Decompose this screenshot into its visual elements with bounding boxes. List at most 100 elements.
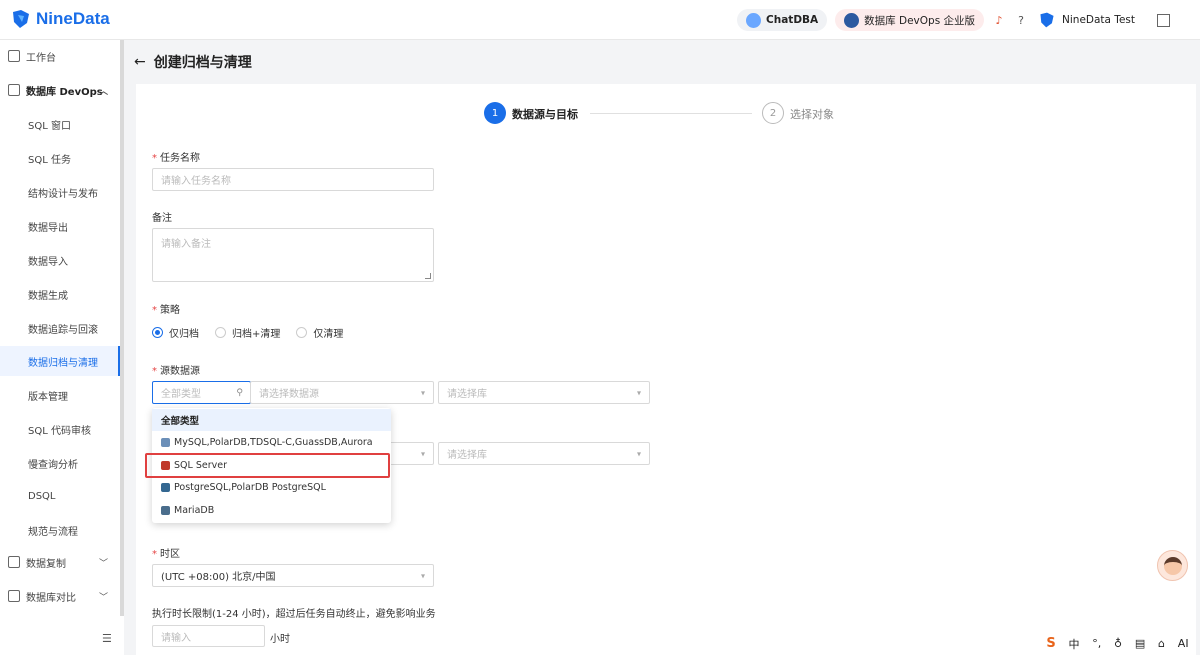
- user-name: NineData Test: [1062, 14, 1135, 26]
- step-connector: [590, 113, 752, 114]
- dropdown-option-mysql[interactable]: MySQL,PolarDB,TDSQL-C,GuassDB,Aurora: [152, 431, 391, 453]
- skin-icon[interactable]: ⌂: [1158, 637, 1165, 650]
- ninedata-logo[interactable]: NineData: [10, 8, 110, 30]
- notification-icon[interactable]: ♪: [992, 13, 1006, 27]
- sidebar-item-label: SQL 代码审核: [28, 425, 91, 437]
- sidebar-item-version[interactable]: 版本管理: [0, 380, 120, 410]
- sidebar-item-spec-flow[interactable]: 规范与流程: [0, 515, 120, 545]
- app-name: NineData: [36, 9, 110, 28]
- sidebar-item-label: 数据归档与清理: [28, 357, 98, 369]
- sidebar-item-data-trace[interactable]: 数据追踪与回滚: [0, 313, 120, 343]
- dropdown-option-postgresql[interactable]: PostgreSQL,PolarDB PostgreSQL: [152, 476, 391, 498]
- step-2-label: 选择对象: [790, 108, 834, 121]
- type-filter-placeholder: 全部类型: [161, 389, 201, 400]
- option-label: MariaDB: [174, 504, 215, 516]
- sidebar-item-label: SQL 窗口: [28, 120, 71, 132]
- sidebar-item-devops[interactable]: 数据库 DevOps ︿: [0, 75, 120, 105]
- ime-punctuation[interactable]: °,: [1092, 637, 1101, 650]
- chevron-up-icon: ︿: [98, 86, 108, 97]
- sidebar-item-label: 版本管理: [28, 391, 68, 403]
- chevron-down-icon: ﹀: [98, 558, 108, 569]
- task-name-label: * 任务名称: [152, 153, 200, 164]
- remark-textarea[interactable]: 请输入备注: [152, 228, 434, 282]
- remark-label: 备注: [152, 213, 172, 224]
- sidebar-item-workbench[interactable]: 工作台: [0, 41, 120, 71]
- sidebar-item-sql-task[interactable]: SQL 任务: [0, 143, 120, 173]
- back-arrow-icon[interactable]: ←: [134, 54, 146, 70]
- sidebar-item-label: 数据库 DevOps: [26, 86, 103, 98]
- sidebar-item-sql-review[interactable]: SQL 代码审核: [0, 414, 120, 444]
- source-db-placeholder: 请选择库: [447, 389, 487, 400]
- ninedata-logo-icon: [13, 10, 29, 28]
- target-db-select[interactable]: 请选择库 ▾: [438, 442, 650, 465]
- sidebar-item-replication[interactable]: 数据复制 ﹀: [0, 547, 120, 577]
- user-logo-icon: [1040, 12, 1054, 28]
- mysql-icon: [161, 437, 170, 447]
- type-filter-input[interactable]: 全部类型 ⚲: [152, 381, 251, 404]
- assistant-face-icon: [1163, 556, 1182, 575]
- limit-label: 执行时长限制(1-24 小时)，超过后任务自动终止，避免影响业务: [152, 609, 436, 620]
- source-db-select[interactable]: 请选择库 ▾: [438, 381, 650, 404]
- ime-chinese-mode[interactable]: 中: [1069, 636, 1080, 652]
- ime-ai[interactable]: AI: [1178, 637, 1189, 650]
- source-label: * 源数据源: [152, 366, 200, 377]
- chevron-down-icon: ▾: [420, 388, 425, 397]
- page-title: ← 创建归档与清理: [134, 52, 252, 72]
- target-db-placeholder: 请选择库: [447, 450, 487, 461]
- sidebar-item-label: 数据生成: [28, 290, 68, 302]
- sqlserver-highlight-box: [145, 453, 390, 478]
- limit-input[interactable]: 请输入: [152, 625, 265, 647]
- task-name-placeholder: 请输入任务名称: [161, 176, 231, 187]
- globe-icon: [844, 12, 860, 28]
- task-name-input[interactable]: 请输入任务名称: [152, 168, 434, 191]
- remark-placeholder: 请输入备注: [161, 239, 211, 250]
- sogou-icon[interactable]: S: [1046, 636, 1055, 651]
- mariadb-icon: [161, 505, 170, 515]
- sidebar-item-data-import[interactable]: 数据导入: [0, 245, 120, 275]
- dropdown-option-all[interactable]: 全部类型: [152, 409, 391, 431]
- assistant-avatar[interactable]: [1157, 550, 1188, 581]
- datasource-select[interactable]: 请选择数据源 ▾: [250, 381, 434, 404]
- strategy-archive-clean-radio[interactable]: 归档+清理: [215, 325, 280, 340]
- microphone-icon[interactable]: ♁: [1114, 637, 1122, 650]
- chatdba-label: ChatDBA: [766, 14, 819, 26]
- keyboard-icon[interactable]: ▤: [1135, 637, 1145, 650]
- chevron-down-icon: ▾: [636, 449, 641, 458]
- datasource-placeholder: 请选择数据源: [259, 389, 319, 400]
- strategy-archive-only-radio[interactable]: 仅归档: [152, 325, 199, 340]
- help-icon[interactable]: ?: [1014, 13, 1028, 27]
- chatdba-button[interactable]: ChatDBA: [737, 9, 828, 31]
- option-label: 全部类型: [161, 416, 200, 427]
- sidebar-item-label: 数据导出: [28, 222, 68, 234]
- sidebar-collapse-icon[interactable]: ☰: [102, 632, 112, 645]
- sidebar-item-archive-cleanup[interactable]: 数据归档与清理: [0, 346, 120, 376]
- timezone-select[interactable]: (UTC +08:00) 北京/中国 ▾: [152, 564, 434, 587]
- sidebar-item-slow-query[interactable]: 慢查询分析: [0, 448, 120, 478]
- chevron-down-icon: ▾: [420, 449, 425, 458]
- option-label: MySQL,PolarDB,TDSQL-C,GuassDB,Aurora: [174, 436, 373, 448]
- sidebar-item-label: 结构设计与发布: [28, 188, 98, 200]
- language-switch-icon[interactable]: [1157, 13, 1170, 27]
- replication-icon: [8, 556, 20, 568]
- ime-toolbar: S 中 °, ♁ ▤ ⌂ AI: [1040, 632, 1195, 655]
- step-indicator: 1 数据源与目标 2 选择对象: [484, 102, 844, 124]
- sidebar-item-label: 规范与流程: [28, 526, 78, 538]
- sidebar-item-sql-window[interactable]: SQL 窗口: [0, 109, 120, 139]
- sidebar-item-schema-design[interactable]: 结构设计与发布: [0, 177, 120, 207]
- sidebar-item-data-export[interactable]: 数据导出: [0, 211, 120, 241]
- option-label: PostgreSQL,PolarDB PostgreSQL: [174, 481, 326, 493]
- resize-handle-icon[interactable]: [425, 273, 431, 279]
- sidebar-item-data-generate[interactable]: 数据生成: [0, 279, 120, 309]
- limit-placeholder: 请输入: [161, 632, 191, 644]
- sidebar-item-compare[interactable]: 数据库对比 ﹀: [0, 581, 120, 611]
- strategy-clean-only-radio[interactable]: 仅清理: [296, 325, 343, 340]
- sidebar-scrollbar[interactable]: [120, 40, 124, 616]
- sidebar-item-label: 数据库对比: [26, 592, 76, 604]
- devops-edition-label: 数据库 DevOps 企业版: [864, 14, 976, 27]
- postgresql-icon: [161, 482, 170, 492]
- header-actions: ChatDBA 数据库 DevOps 企业版 ♪ ? NineData Test: [737, 9, 1170, 31]
- sidebar-item-dsql[interactable]: DSQL: [0, 481, 120, 511]
- devops-edition-button[interactable]: 数据库 DevOps 企业版: [835, 9, 985, 31]
- dropdown-option-mariadb[interactable]: MariaDB: [152, 499, 391, 521]
- user-menu[interactable]: NineData Test: [1038, 11, 1135, 29]
